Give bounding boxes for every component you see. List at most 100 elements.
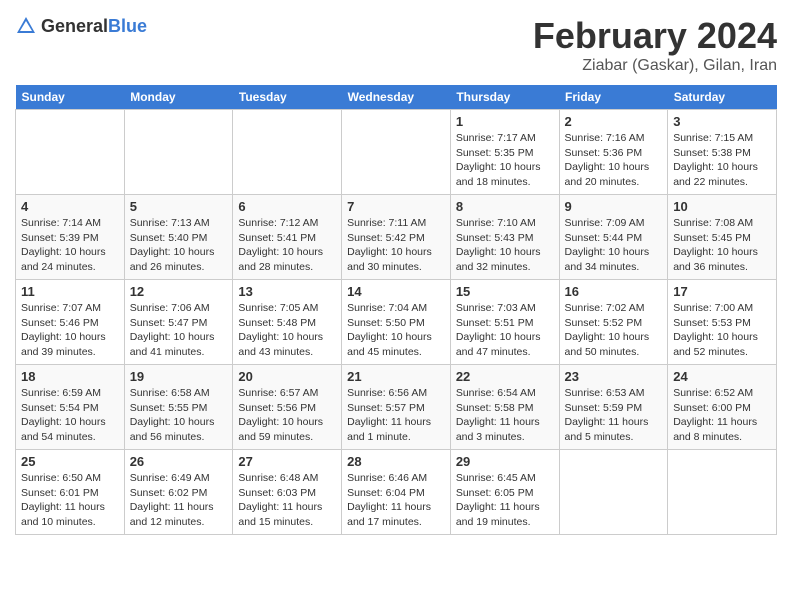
calendar-cell: [124, 110, 233, 195]
weekday-header-wednesday: Wednesday: [342, 85, 451, 110]
weekday-header-thursday: Thursday: [450, 85, 559, 110]
calendar-cell: 19Sunrise: 6:58 AMSunset: 5:55 PMDayligh…: [124, 365, 233, 450]
day-number: 17: [673, 284, 771, 299]
day-info: Sunrise: 7:04 AMSunset: 5:50 PMDaylight:…: [347, 301, 445, 360]
calendar-cell: 16 Sunrise: 7:02 AMSunset: 5:52 PMDayligh…: [559, 280, 668, 365]
calendar-cell: 9 Sunrise: 7:09 AMSunset: 5:44 PMDaylight…: [559, 195, 668, 280]
calendar-cell: 3 Sunrise: 7:15 AMSunset: 5:38 PMDaylight…: [668, 110, 777, 195]
day-number: 21: [347, 369, 445, 384]
day-number: 5: [130, 199, 228, 214]
calendar-cell: 6Sunrise: 7:12 AMSunset: 5:41 PMDaylight…: [233, 195, 342, 280]
day-info: Sunrise: 7:07 AMSunset: 5:46 PMDaylight:…: [21, 301, 119, 360]
day-info: Sunrise: 6:46 AMSunset: 6:04 PMDaylight:…: [347, 471, 445, 530]
weekday-header-saturday: Saturday: [668, 85, 777, 110]
weekday-header-row: SundayMondayTuesdayWednesdayThursdayFrid…: [16, 85, 777, 110]
calendar-cell: 12 Sunrise: 7:06 AMSunset: 5:47 PMDayligh…: [124, 280, 233, 365]
day-number: 2: [565, 114, 663, 129]
week-row-4: 18 Sunrise: 6:59 AMSunset: 5:54 PMDayligh…: [16, 365, 777, 450]
calendar-cell: 20 Sunrise: 6:57 AMSunset: 5:56 PMDayligh…: [233, 365, 342, 450]
day-number: 16: [565, 284, 663, 299]
calendar-cell: 7 Sunrise: 7:11 AMSunset: 5:42 PMDaylight…: [342, 195, 451, 280]
calendar-cell: 23 Sunrise: 6:53 AMSunset: 5:59 PMDayligh…: [559, 365, 668, 450]
day-info: Sunrise: 6:54 AMSunset: 5:58 PMDaylight:…: [456, 386, 554, 445]
month-title: February 2024: [533, 15, 777, 57]
day-info: Sunrise: 7:10 AMSunset: 5:43 PMDaylight:…: [456, 216, 554, 275]
calendar-cell: 22 Sunrise: 6:54 AMSunset: 5:58 PMDayligh…: [450, 365, 559, 450]
day-number: 18: [21, 369, 119, 384]
logo-blue: Blue: [108, 16, 147, 36]
day-info: Sunrise: 6:49 AMSunset: 6:02 PMDaylight:…: [130, 471, 228, 530]
day-info: Sunrise: 6:52 AMSunset: 6:00 PMDaylight:…: [673, 386, 771, 445]
day-number: 10: [673, 199, 771, 214]
day-number: 8: [456, 199, 554, 214]
day-number: 4: [21, 199, 119, 214]
day-number: 25: [21, 454, 119, 469]
day-number: 20: [238, 369, 336, 384]
weekday-header-tuesday: Tuesday: [233, 85, 342, 110]
calendar-cell: [233, 110, 342, 195]
day-info: Sunrise: 7:08 AMSunset: 5:45 PMDaylight:…: [673, 216, 771, 275]
day-number: 1: [456, 114, 554, 129]
weekday-header-monday: Monday: [124, 85, 233, 110]
calendar-cell: [342, 110, 451, 195]
day-number: 23: [565, 369, 663, 384]
day-info: Sunrise: 6:57 AMSunset: 5:56 PMDaylight:…: [238, 386, 336, 445]
day-number: 11: [21, 284, 119, 299]
day-info: Sunrise: 7:02 AMSunset: 5:52 PMDaylight:…: [565, 301, 663, 360]
day-number: 14: [347, 284, 445, 299]
day-info: Sunrise: 7:17 AMSunset: 5:35 PMDaylight:…: [456, 131, 554, 190]
day-info: Sunrise: 7:05 AMSunset: 5:48 PMDaylight:…: [238, 301, 336, 360]
day-info: Sunrise: 6:48 AMSunset: 6:03 PMDaylight:…: [238, 471, 336, 530]
day-info: Sunrise: 7:12 AMSunset: 5:41 PMDaylight:…: [238, 216, 336, 275]
day-number: 15: [456, 284, 554, 299]
title-block: February 2024 Ziabar (Gaskar), Gilan, Ir…: [533, 15, 777, 75]
calendar-cell: 18 Sunrise: 6:59 AMSunset: 5:54 PMDayligh…: [16, 365, 125, 450]
day-info: Sunrise: 7:03 AMSunset: 5:51 PMDaylight:…: [456, 301, 554, 360]
day-info: Sunrise: 7:11 AMSunset: 5:42 PMDaylight:…: [347, 216, 445, 275]
page-header: GeneralBlue February 2024 Ziabar (Gaskar…: [15, 15, 777, 75]
day-number: 22: [456, 369, 554, 384]
logo-text: GeneralBlue: [41, 16, 147, 37]
day-number: 9: [565, 199, 663, 214]
day-number: 29: [456, 454, 554, 469]
logo: GeneralBlue: [15, 15, 147, 37]
calendar-cell: 24 Sunrise: 6:52 AMSunset: 6:00 PMDayligh…: [668, 365, 777, 450]
day-number: 12: [130, 284, 228, 299]
calendar-cell: 25 Sunrise: 6:50 AMSunset: 6:01 PMDayligh…: [16, 450, 125, 535]
calendar-cell: 27 Sunrise: 6:48 AMSunset: 6:03 PMDayligh…: [233, 450, 342, 535]
calendar-cell: [668, 450, 777, 535]
calendar-cell: 26 Sunrise: 6:49 AMSunset: 6:02 PMDayligh…: [124, 450, 233, 535]
calendar-cell: 13 Sunrise: 7:05 AMSunset: 5:48 PMDayligh…: [233, 280, 342, 365]
day-info: Sunrise: 7:15 AMSunset: 5:38 PMDaylight:…: [673, 131, 771, 190]
calendar-cell: 14 Sunrise: 7:04 AMSunset: 5:50 PMDayligh…: [342, 280, 451, 365]
day-info: Sunrise: 6:56 AMSunset: 5:57 PMDaylight:…: [347, 386, 445, 445]
week-row-3: 11 Sunrise: 7:07 AMSunset: 5:46 PMDayligh…: [16, 280, 777, 365]
day-info: Sunrise: 7:09 AMSunset: 5:44 PMDaylight:…: [565, 216, 663, 275]
day-info: Sunrise: 6:45 AMSunset: 6:05 PMDaylight:…: [456, 471, 554, 530]
day-info: Sunrise: 6:53 AMSunset: 5:59 PMDaylight:…: [565, 386, 663, 445]
day-info: Sunrise: 7:06 AMSunset: 5:47 PMDaylight:…: [130, 301, 228, 360]
calendar-cell: [16, 110, 125, 195]
day-info: Sunrise: 6:50 AMSunset: 6:01 PMDaylight:…: [21, 471, 119, 530]
day-number: 26: [130, 454, 228, 469]
calendar-cell: 15 Sunrise: 7:03 AMSunset: 5:51 PMDayligh…: [450, 280, 559, 365]
day-info: Sunrise: 6:58 AMSunset: 5:55 PMDaylight:…: [130, 386, 228, 445]
day-number: 24: [673, 369, 771, 384]
day-number: 27: [238, 454, 336, 469]
weekday-header-sunday: Sunday: [16, 85, 125, 110]
logo-general: General: [41, 16, 108, 36]
day-number: 13: [238, 284, 336, 299]
week-row-5: 25 Sunrise: 6:50 AMSunset: 6:01 PMDayligh…: [16, 450, 777, 535]
day-number: 7: [347, 199, 445, 214]
calendar-cell: [559, 450, 668, 535]
calendar-table: SundayMondayTuesdayWednesdayThursdayFrid…: [15, 85, 777, 535]
calendar-cell: 29 Sunrise: 6:45 AMSunset: 6:05 PMDayligh…: [450, 450, 559, 535]
day-number: 3: [673, 114, 771, 129]
calendar-cell: 4Sunrise: 7:14 AMSunset: 5:39 PMDaylight…: [16, 195, 125, 280]
calendar-cell: 11 Sunrise: 7:07 AMSunset: 5:46 PMDayligh…: [16, 280, 125, 365]
day-info: Sunrise: 6:59 AMSunset: 5:54 PMDaylight:…: [21, 386, 119, 445]
calendar-cell: 5Sunrise: 7:13 AMSunset: 5:40 PMDaylight…: [124, 195, 233, 280]
week-row-2: 4Sunrise: 7:14 AMSunset: 5:39 PMDaylight…: [16, 195, 777, 280]
calendar-cell: 17Sunrise: 7:00 AMSunset: 5:53 PMDayligh…: [668, 280, 777, 365]
calendar-cell: 21 Sunrise: 6:56 AMSunset: 5:57 PMDayligh…: [342, 365, 451, 450]
